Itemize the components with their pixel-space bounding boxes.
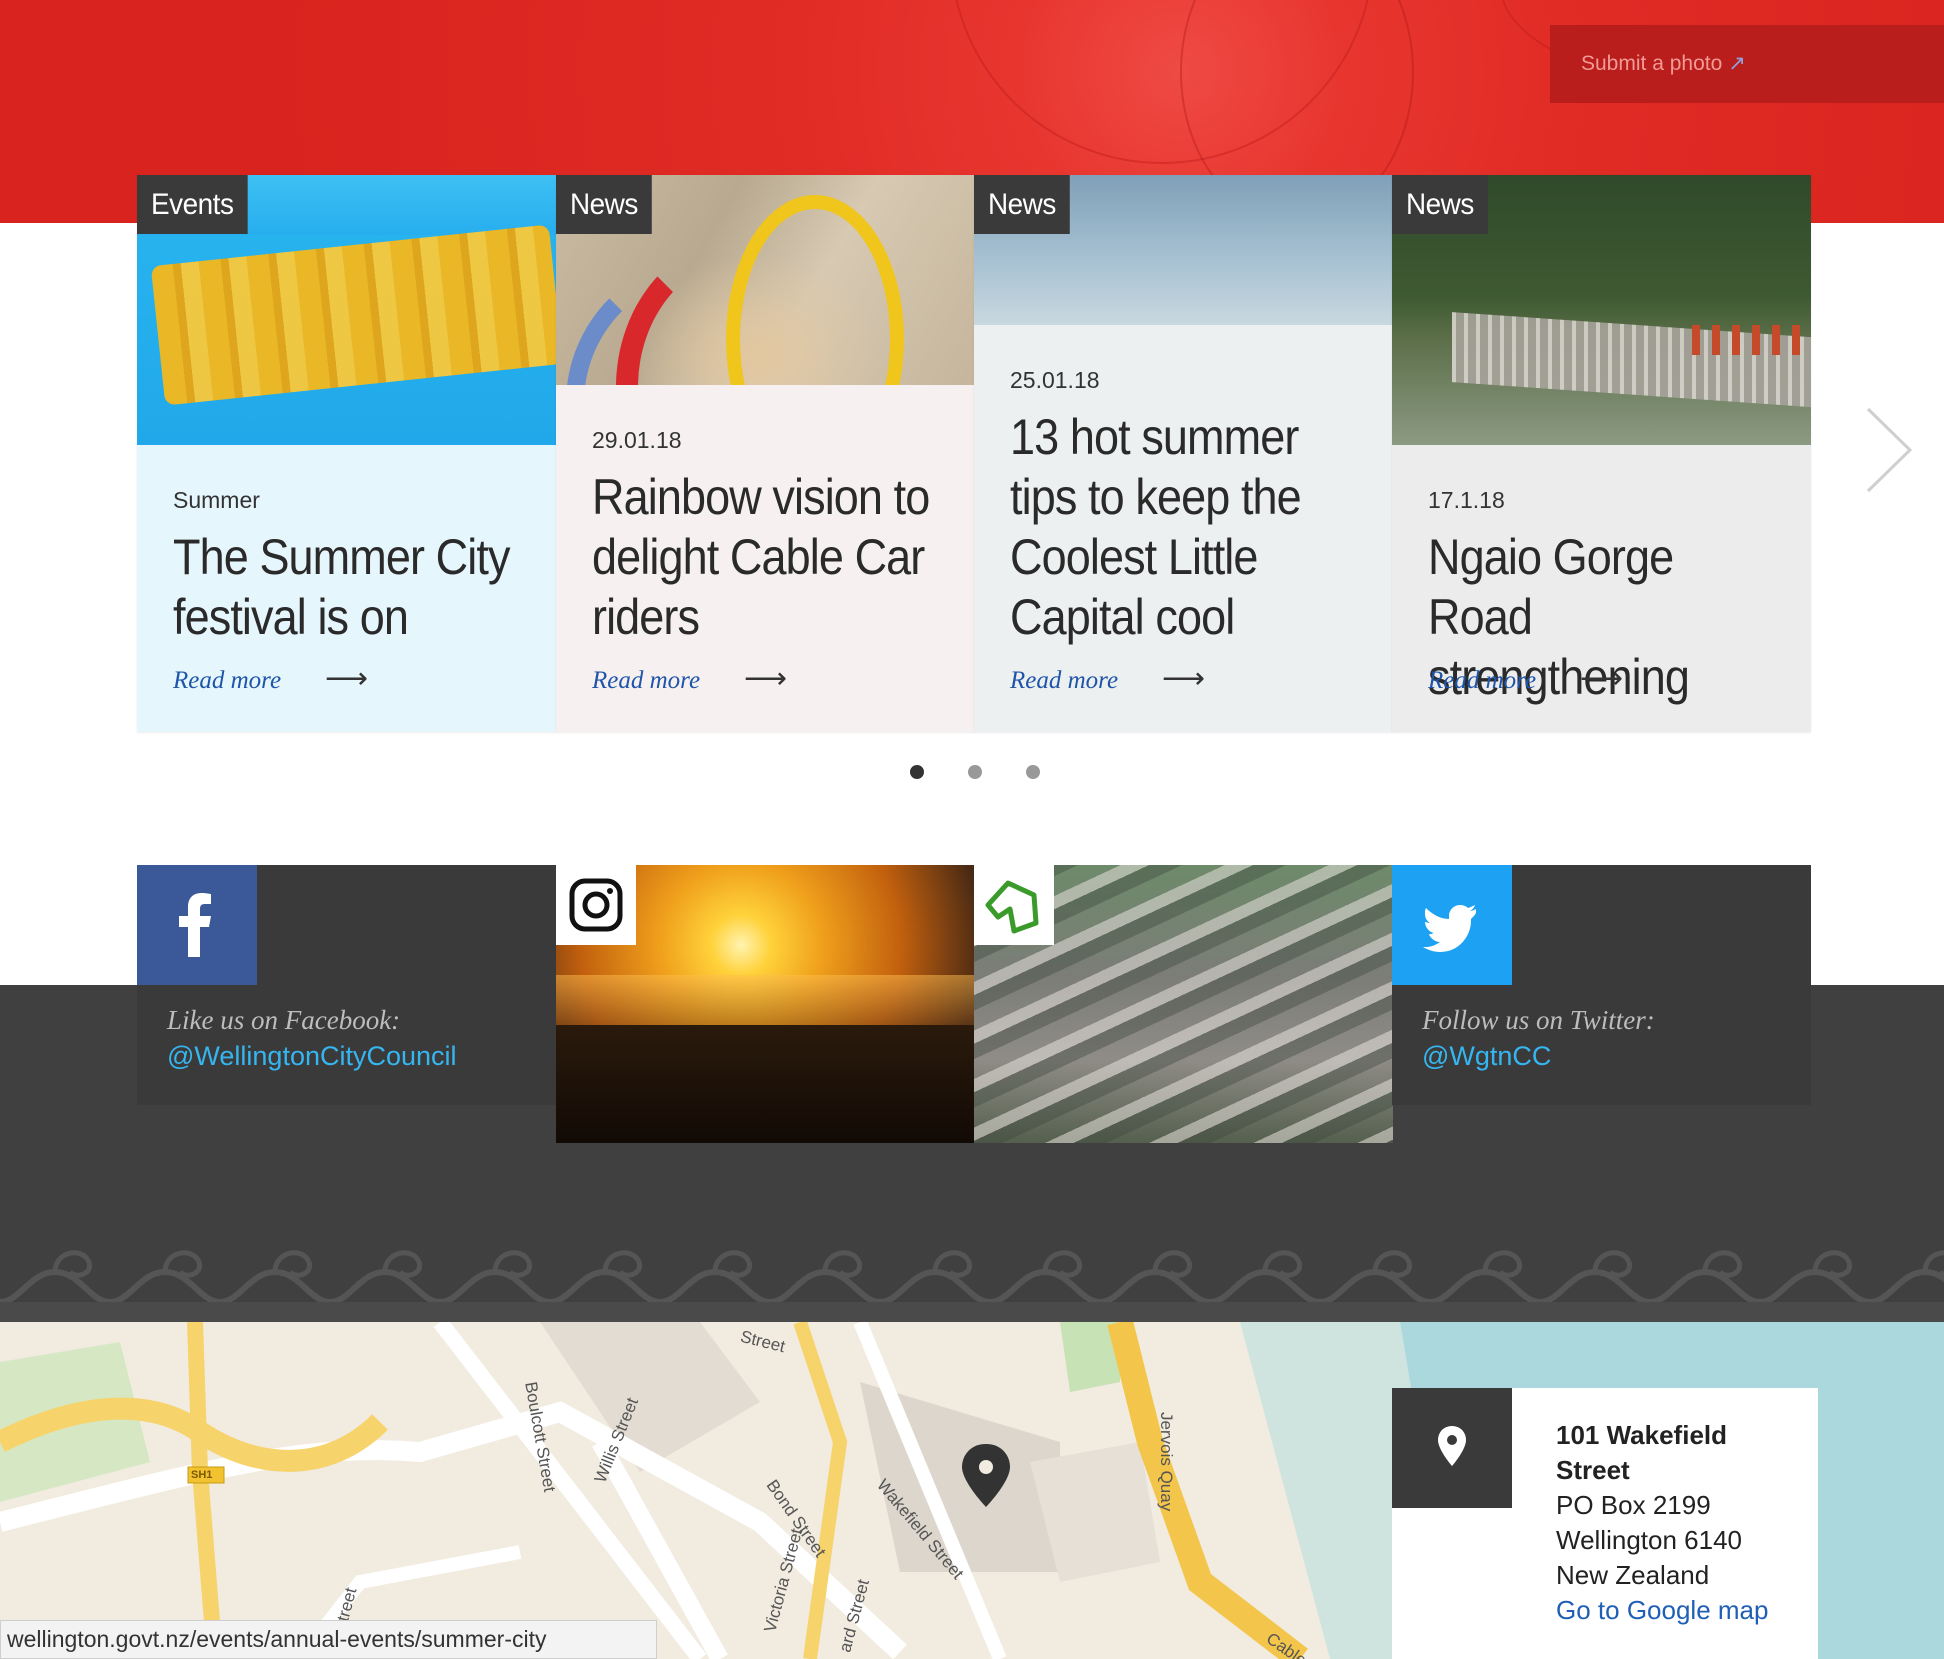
address-line: Wellington 6140	[1556, 1525, 1742, 1555]
neighbourhood-photo-tile[interactable]	[974, 865, 1393, 1143]
card-tag: News	[556, 175, 652, 234]
address-line: 101 Wakefield	[1556, 1420, 1728, 1450]
read-more-link[interactable]: Read more	[592, 667, 700, 695]
card-tag: News	[1392, 175, 1488, 234]
instagram-photo-tile[interactable]	[556, 865, 975, 1143]
address-line: New Zealand	[1556, 1560, 1710, 1590]
card-body: Summer The Summer City festival is on Re…	[137, 445, 556, 732]
status-bar-url: wellington.govt.nz/events/annual-events/…	[0, 1620, 657, 1659]
card-title[interactable]: 13 hot summer tips to keep the Coolest L…	[1010, 407, 1370, 647]
card-body: 17.1.18 Ngaio Gorge Road strengthening R…	[1392, 445, 1811, 732]
submit-photo-button[interactable]: Submit a photo ↗	[1550, 25, 1944, 103]
chevron-right-icon[interactable]	[1860, 405, 1920, 495]
card-date: Summer	[173, 487, 260, 513]
address-line: Street	[1556, 1455, 1630, 1485]
card-date: 17.1.18	[1428, 487, 1505, 513]
carousel-card[interactable]: 25.01.18 13 hot summer tips to keep the …	[974, 175, 1393, 732]
house-logo-icon[interactable]	[974, 865, 1054, 945]
facebook-tile[interactable]: Like us on Facebook: @WellingtonCityCoun…	[137, 865, 556, 1105]
card-tag: Events	[137, 175, 248, 234]
carousel-dot-2[interactable]	[968, 765, 982, 779]
facebook-label: Like us on Facebook:	[167, 1005, 401, 1035]
facebook-icon[interactable]	[137, 865, 257, 985]
carousel-dot-3[interactable]	[1026, 765, 1040, 779]
carousel-dot-1[interactable]	[910, 765, 924, 779]
twitter-tile[interactable]: Follow us on Twitter: @WgtnCC	[1392, 865, 1811, 1105]
card-title[interactable]: Rainbow vision to delight Cable Car ride…	[592, 467, 952, 647]
google-map-link[interactable]: Go to Google map	[1556, 1595, 1768, 1626]
carousel-card[interactable]: 17.1.18 Ngaio Gorge Road strengthening R…	[1392, 175, 1811, 732]
read-more-link[interactable]: Read more	[1428, 667, 1536, 695]
card-date: 29.01.18	[592, 427, 682, 453]
instagram-icon[interactable]	[556, 865, 636, 945]
twitter-handle-link[interactable]: @WgtnCC	[1422, 1041, 1551, 1072]
highway-badge: SH1	[191, 1469, 213, 1481]
carousel-card[interactable]: Summer The Summer City festival is on Re…	[137, 175, 556, 732]
address-line: PO Box 2199	[1556, 1490, 1711, 1520]
card-tag: News	[974, 175, 1070, 234]
facebook-handle-link[interactable]: @WellingtonCityCouncil	[167, 1041, 457, 1072]
card-title[interactable]: The Summer City festival is on	[173, 527, 533, 647]
twitter-icon[interactable]	[1392, 865, 1512, 985]
carousel-card[interactable]: 29.01.18 Rainbow vision to delight Cable…	[556, 175, 975, 732]
map-pin-icon	[1392, 1388, 1512, 1508]
koru-pattern-band	[0, 1232, 1944, 1322]
card-body: 25.01.18 13 hot summer tips to keep the …	[974, 325, 1393, 732]
arrow-right-icon: ⟶	[1580, 662, 1624, 695]
card-body: 29.01.18 Rainbow vision to delight Cable…	[556, 385, 975, 732]
arrow-right-icon: ⟶	[744, 662, 788, 695]
twitter-label: Follow us on Twitter:	[1422, 1005, 1655, 1035]
external-link-icon: ↗	[1728, 52, 1746, 75]
card-date: 25.01.18	[1010, 367, 1100, 393]
arrow-right-icon: ⟶	[1162, 662, 1206, 695]
arrow-right-icon: ⟶	[325, 662, 369, 695]
read-more-link[interactable]: Read more	[173, 667, 281, 695]
read-more-link[interactable]: Read more	[1010, 667, 1118, 695]
submit-photo-label: Submit a photo	[1581, 52, 1723, 75]
street-label: Jervois Quay	[1157, 1412, 1176, 1512]
